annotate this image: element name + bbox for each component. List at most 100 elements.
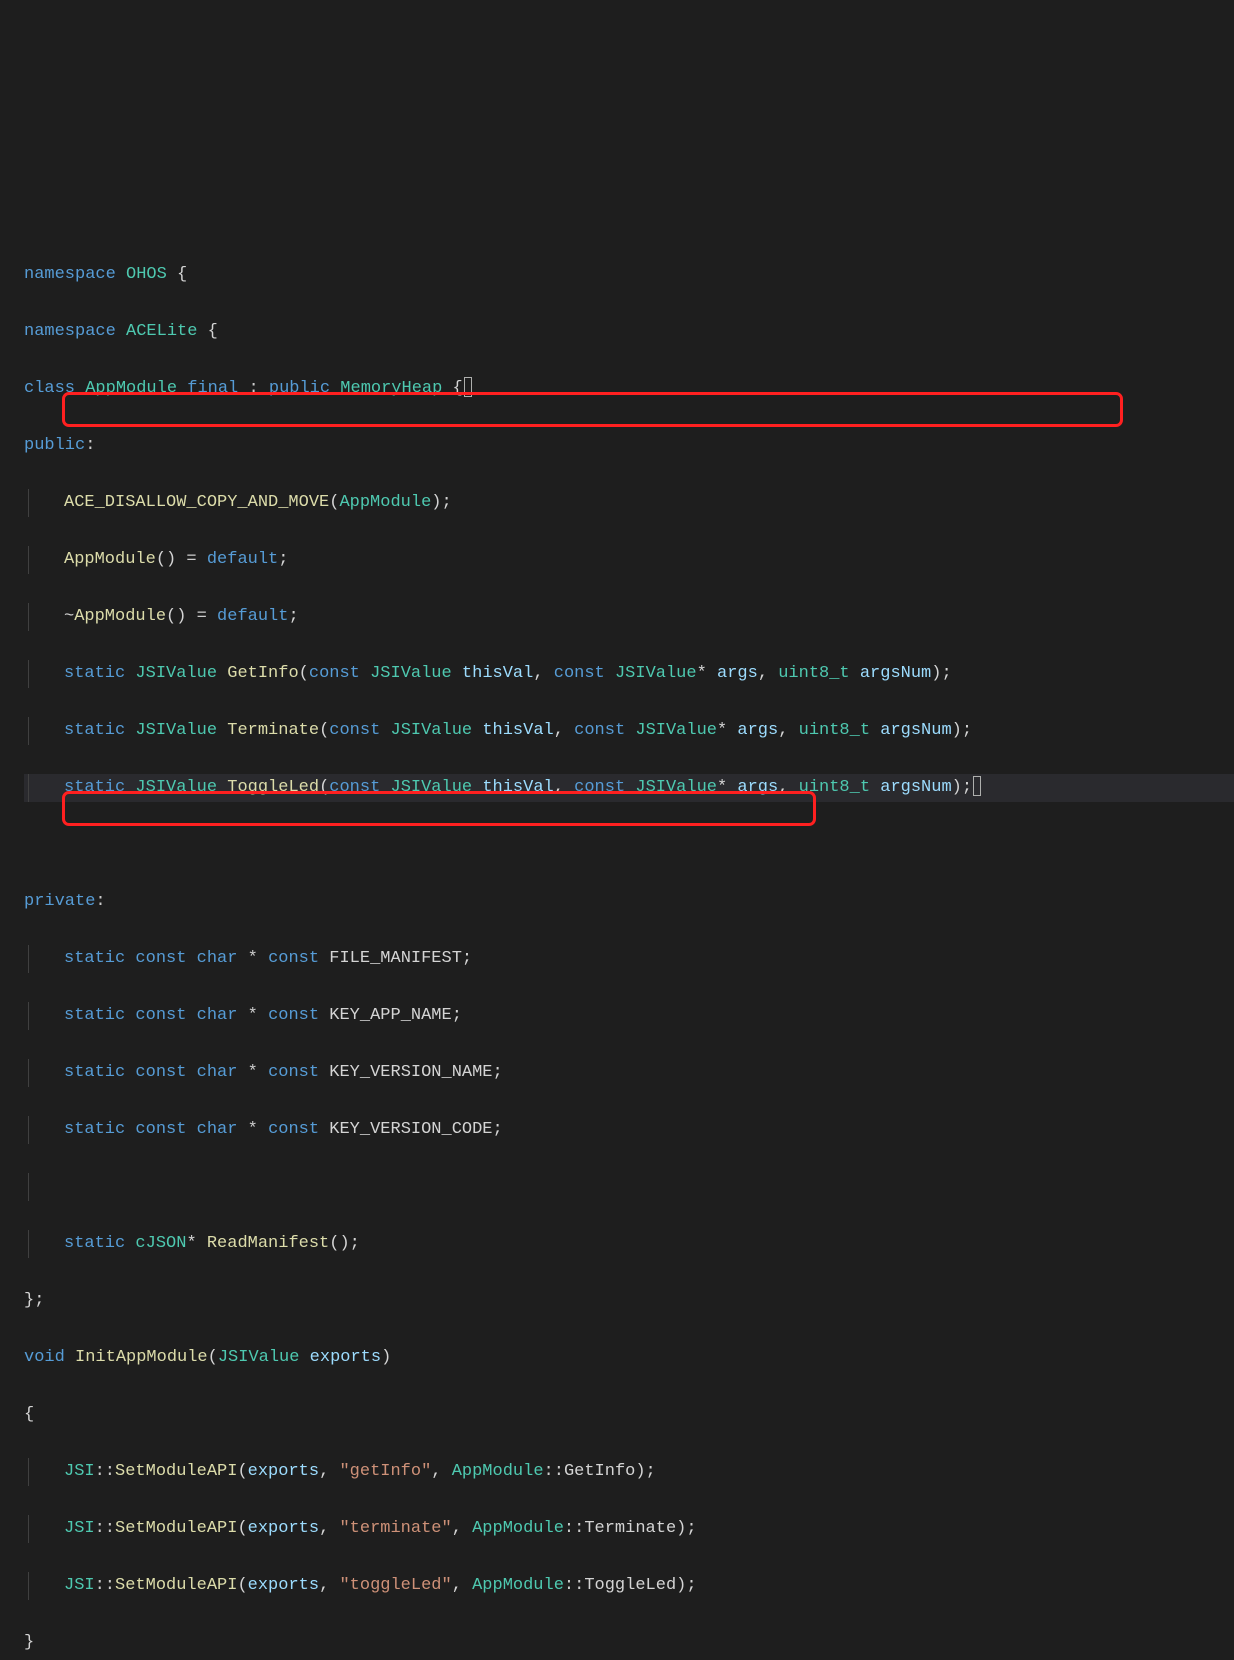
paren: ( (237, 1519, 247, 1538)
string-literal: "terminate" (339, 1519, 451, 1538)
arg: exports (248, 1519, 319, 1538)
namespace-ref: JSI (64, 1462, 95, 1481)
keyword: const (574, 778, 625, 797)
comma: , (554, 778, 564, 797)
brace: { (208, 322, 218, 341)
code-line[interactable]: private: (24, 888, 1234, 917)
comma: , (452, 1576, 462, 1595)
indent-guide (28, 945, 59, 974)
indent-guide (28, 1173, 59, 1202)
type: uint8_t (799, 721, 870, 740)
code-line[interactable]: ~AppModule() = default; (24, 603, 1234, 632)
ptr: * (717, 721, 727, 740)
arg: exports (248, 1576, 319, 1595)
brace: { (453, 379, 463, 398)
punct: : (248, 379, 258, 398)
code-editor[interactable]: namespace OHOS { namespace ACELite { cla… (0, 118, 1234, 1660)
destructor: AppModule (74, 607, 166, 626)
type: JSIValue (135, 664, 217, 683)
keyword: static (64, 949, 125, 968)
code-line[interactable]: static JSIValue Terminate(const JSIValue… (24, 717, 1234, 746)
code-line[interactable]: class AppModule final : public MemoryHea… (24, 375, 1234, 404)
type: JSIValue (218, 1348, 300, 1367)
keyword: namespace (24, 265, 116, 284)
param: args (737, 778, 778, 797)
type: cJSON (135, 1234, 186, 1253)
keyword: const (268, 1063, 319, 1082)
code-line[interactable]: JSI::SetModuleAPI(exports, "getInfo", Ap… (24, 1458, 1234, 1487)
code-line-current[interactable]: static JSIValue ToggleLed(const JSIValue… (24, 774, 1234, 803)
code-line[interactable]: static JSIValue GetInfo(const JSIValue t… (24, 660, 1234, 689)
code-line[interactable]: JSI::SetModuleAPI(exports, "terminate", … (24, 1515, 1234, 1544)
op: * (237, 949, 268, 968)
keyword: class (24, 379, 75, 398)
scope: :: (564, 1519, 584, 1538)
member-var: KEY_VERSION_CODE (329, 1120, 492, 1139)
scope: :: (564, 1576, 584, 1595)
namespace-ref: JSI (64, 1519, 95, 1538)
punct: ); (431, 493, 451, 512)
paren: () (156, 550, 176, 569)
type: JSIValue (135, 778, 217, 797)
indent-guide (28, 1572, 59, 1601)
member-var: FILE_MANIFEST (329, 949, 462, 968)
cursor-icon (973, 776, 981, 796)
paren: ( (319, 778, 329, 797)
function-name: SetModuleAPI (115, 1519, 237, 1538)
code-line[interactable]: void InitAppModule(JSIValue exports) (24, 1344, 1234, 1373)
indent-guide (28, 774, 59, 803)
code-line[interactable]: } (24, 1629, 1234, 1658)
keyword: namespace (24, 322, 116, 341)
keyword: static (64, 721, 125, 740)
method-ref: Terminate (584, 1519, 676, 1538)
code-line[interactable]: namespace OHOS { (24, 261, 1234, 290)
type: JSIValue (391, 778, 473, 797)
function-name: SetModuleAPI (115, 1576, 237, 1595)
code-line[interactable]: static const char * const KEY_VERSION_NA… (24, 1059, 1234, 1088)
type: JSIValue (391, 721, 473, 740)
namespace-ref: JSI (64, 1576, 95, 1595)
comma: , (431, 1462, 441, 1481)
code-line[interactable]: static cJSON* ReadManifest(); (24, 1230, 1234, 1259)
code-line[interactable]: static const char * const FILE_MANIFEST; (24, 945, 1234, 974)
type: uint8_t (778, 664, 849, 683)
ptr: * (186, 1234, 196, 1253)
code-line[interactable]: namespace ACELite { (24, 318, 1234, 347)
param: exports (310, 1348, 381, 1367)
keyword: const (574, 721, 625, 740)
param: thisVal (482, 721, 553, 740)
comma: , (319, 1576, 329, 1595)
member-var: KEY_APP_NAME (329, 1006, 451, 1025)
comma: , (533, 664, 543, 683)
comma: , (452, 1519, 462, 1538)
code-line[interactable]: }; (24, 1287, 1234, 1316)
type: JSIValue (370, 664, 452, 683)
arg: exports (248, 1462, 319, 1481)
code-line[interactable]: JSI::SetModuleAPI(exports, "toggleLed", … (24, 1572, 1234, 1601)
keyword: static (64, 1120, 125, 1139)
code-line-blank[interactable] (24, 831, 1234, 860)
function-name: ToggleLed (227, 778, 319, 797)
code-line[interactable]: static const char * const KEY_APP_NAME; (24, 1002, 1234, 1031)
code-line-blank[interactable] (24, 1173, 1234, 1202)
code-line[interactable]: AppModule() = default; (24, 546, 1234, 575)
brace: }; (24, 1291, 44, 1310)
keyword: static (64, 1063, 125, 1082)
keyword: const (268, 1120, 319, 1139)
scope: :: (95, 1462, 115, 1481)
code-line[interactable]: ACE_DISALLOW_COPY_AND_MOVE(AppModule); (24, 489, 1234, 518)
paren: ( (237, 1462, 247, 1481)
type: char (197, 1063, 238, 1082)
keyword: static (64, 1006, 125, 1025)
op: = (176, 550, 207, 569)
code-line[interactable]: { (24, 1401, 1234, 1430)
keyword: const (135, 1063, 186, 1082)
punct: ; (493, 1063, 503, 1082)
punct: ); (952, 778, 972, 797)
paren: ( (329, 493, 339, 512)
code-line[interactable]: public: (24, 432, 1234, 461)
code-line[interactable]: static const char * const KEY_VERSION_CO… (24, 1116, 1234, 1145)
keyword: default (217, 607, 288, 626)
access-specifier: private (24, 892, 95, 911)
indent-guide (28, 717, 59, 746)
